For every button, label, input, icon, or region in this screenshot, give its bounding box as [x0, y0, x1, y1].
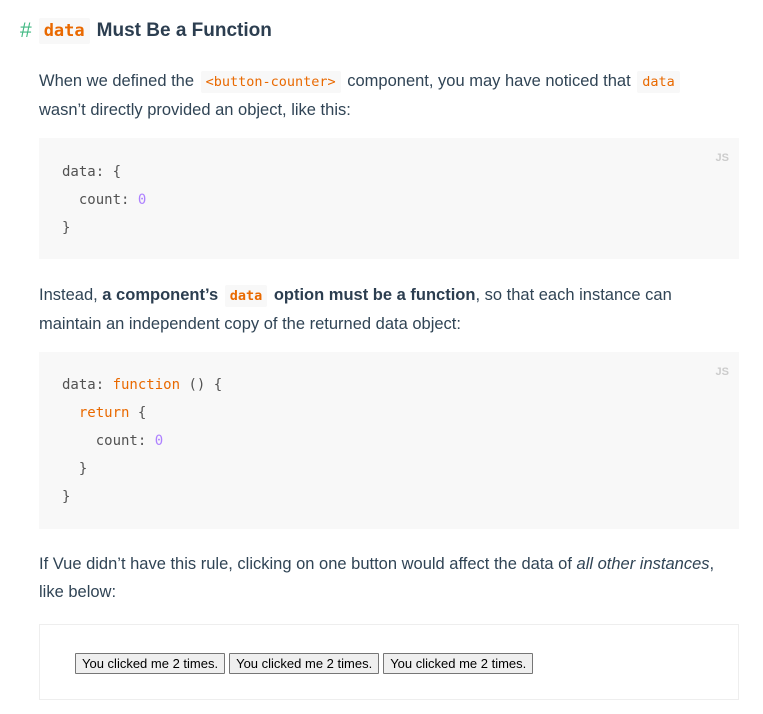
- demo-container: You clicked me 2 times. You clicked me 2…: [39, 624, 739, 700]
- paragraph-text: component, you may have noticed that: [342, 72, 636, 90]
- counter-button[interactable]: You clicked me 2 times.: [383, 653, 534, 674]
- anchor-hash-link[interactable]: #: [20, 19, 32, 43]
- code-language-label: JS: [715, 152, 729, 164]
- section-heading: # data Must Be a Function: [20, 14, 272, 48]
- counter-button[interactable]: You clicked me 2 times.: [229, 653, 380, 674]
- code-line: return {: [78, 405, 147, 421]
- inline-code-data: data: [637, 71, 680, 93]
- counter-button[interactable]: You clicked me 2 times.: [75, 653, 226, 674]
- paragraph-text: Instead,: [39, 286, 103, 304]
- code-block-function: JS data: function () { return { count: 0…: [39, 352, 739, 529]
- code-language-label: JS: [715, 366, 729, 378]
- code-line: count: 0: [62, 192, 147, 208]
- italic-text: all other instances: [576, 555, 710, 573]
- paragraph-text: When we defined the: [39, 72, 199, 90]
- inline-code-button-counter: <button-counter>: [200, 71, 341, 93]
- code-line: count: 0: [62, 433, 164, 449]
- paragraph-instead: Instead, a component’s data option must …: [39, 281, 729, 338]
- paragraph-intro: When we defined the <button-counter> com…: [39, 67, 729, 124]
- code-line: data: {: [62, 164, 122, 180]
- code-line: data: function () {: [62, 377, 223, 393]
- inline-code-data: data: [224, 285, 268, 307]
- paragraph-text: wasn’t directly provided an object, like…: [39, 101, 351, 119]
- heading-code: data: [38, 18, 90, 44]
- code-block-object: JS data: { count: 0 }: [39, 138, 739, 259]
- code-line: }: [62, 220, 71, 236]
- paragraph-rule: If Vue didn’t have this rule, clicking o…: [39, 550, 729, 606]
- code-line: }: [62, 461, 88, 477]
- code-line: }: [62, 489, 71, 505]
- heading-text: Must Be a Function: [96, 20, 272, 41]
- emphasis-text: a component’s data option must be a func…: [102, 285, 475, 307]
- paragraph-text: If Vue didn’t have this rule, clicking o…: [39, 555, 577, 573]
